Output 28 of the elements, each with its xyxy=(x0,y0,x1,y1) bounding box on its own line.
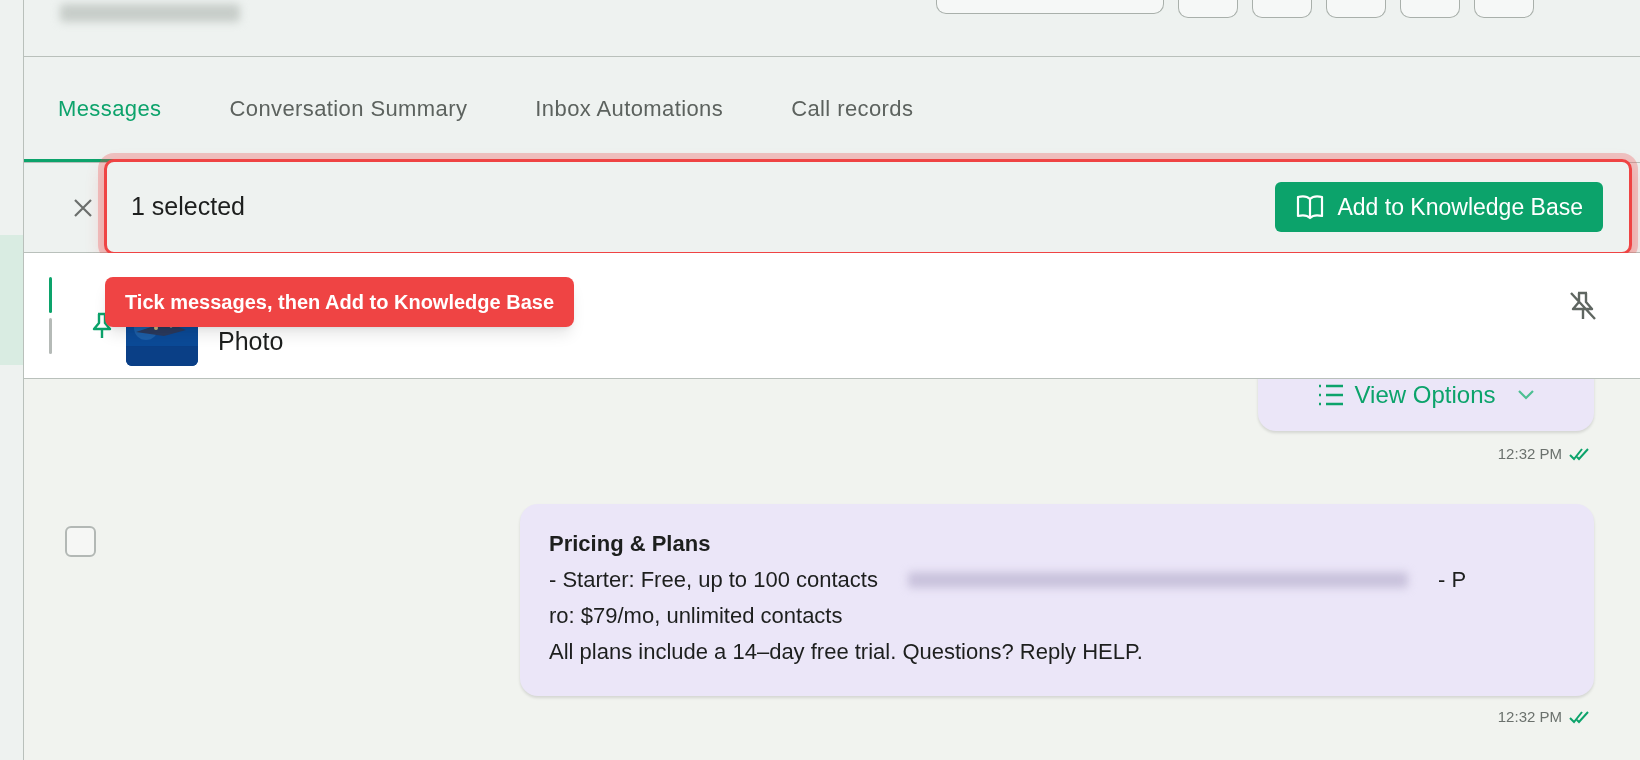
pinned-label: Photo xyxy=(218,325,284,357)
header-button[interactable] xyxy=(1326,0,1386,18)
pinned-indicator xyxy=(49,318,52,354)
header-button[interactable] xyxy=(1178,0,1238,18)
header-field[interactable] xyxy=(936,0,1164,14)
pinned-indicator xyxy=(49,277,52,313)
list-icon xyxy=(1316,383,1345,407)
selection-count: 1 selected xyxy=(131,191,245,223)
message-text: All plans include a 14–day free trial. Questions? Reply HELP. xyxy=(549,637,1143,666)
chevron-down-icon xyxy=(1517,389,1536,401)
tooltip: Tick messages, then Add to Knowledge Base xyxy=(105,277,574,327)
message-time: 12:32 PM xyxy=(1497,444,1562,464)
tab[interactable]: Conversation Summary xyxy=(195,56,502,162)
book-icon xyxy=(1295,193,1326,221)
header-button[interactable] xyxy=(1400,0,1460,18)
message-text: - Starter: Free, up to 100 contacts xyxy=(549,565,878,594)
tab[interactable]: Call records xyxy=(757,56,948,162)
message-checkbox[interactable] xyxy=(65,525,96,557)
tab[interactable]: Inbox Automations xyxy=(501,56,758,162)
message-text: ro: $79/mo, unlimited contacts xyxy=(549,601,843,630)
message-text: - P xyxy=(1437,565,1467,594)
message-title: Pricing & Plans xyxy=(549,529,712,558)
add-to-knowledge-base-button[interactable]: Add to Knowledge Base xyxy=(1275,182,1603,232)
message-time: 12:32 PM xyxy=(1497,706,1562,727)
pin-icon xyxy=(90,311,114,340)
header-button[interactable] xyxy=(1252,0,1312,18)
header-button[interactable] xyxy=(1474,0,1534,18)
unpin-icon[interactable] xyxy=(1568,289,1598,322)
